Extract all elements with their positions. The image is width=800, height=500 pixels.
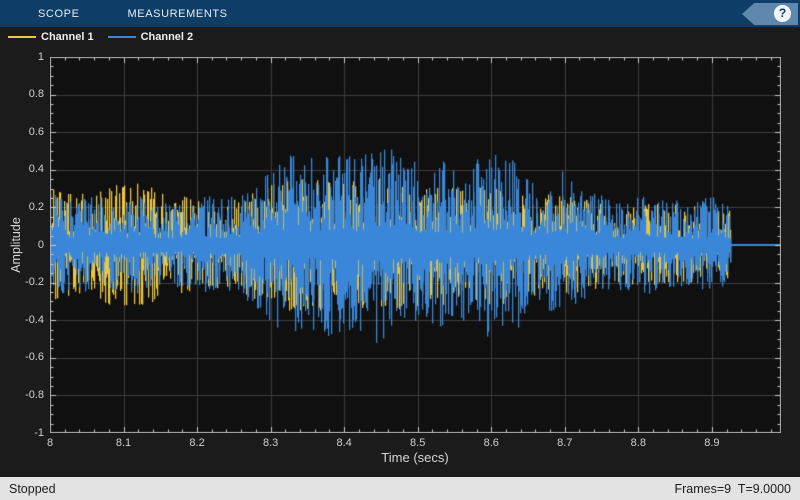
x-tick-label: 8.3 xyxy=(262,437,279,449)
y-tick-label: -0.6 xyxy=(25,351,44,364)
channel-2-line-swatch xyxy=(107,36,136,38)
y-tick-label: 0.8 xyxy=(28,88,44,101)
y-tick-label: -0.4 xyxy=(25,313,44,326)
legend-item-channel-1[interactable]: Channel 1 xyxy=(8,31,94,43)
status-bar: Stopped Frames=9 T=9.0000 xyxy=(0,477,800,500)
x-tick-label: 8.6 xyxy=(483,437,499,449)
plot-region: Amplitude Time (secs) 8 8.1 8.2 8.3 8.4 8.5 8.… xyxy=(0,47,800,477)
x-tick-label: 8 xyxy=(46,437,54,449)
y-tick-label: -0.8 xyxy=(25,388,44,401)
y-tick-label: 0.4 xyxy=(28,163,44,176)
y-tick-label: 0.6 xyxy=(28,125,44,138)
y-tick-label: 0.2 xyxy=(28,200,44,213)
channel-1-line-swatch xyxy=(8,36,36,38)
x-tick-label: 8.2 xyxy=(189,437,205,449)
toolstrip: SCOPE MEASUREMENTS ? xyxy=(0,0,800,27)
x-tick-label: 8.5 xyxy=(410,437,426,449)
x-tick-label: 8.4 xyxy=(336,437,352,449)
frame-counter: Frames=9 T=9.0000 xyxy=(674,481,791,496)
x-tick-label: 8.1 xyxy=(115,437,132,449)
legend-label-channel-1: Channel 1 xyxy=(41,31,94,43)
legend-label-channel-2: Channel 2 xyxy=(140,31,194,43)
y-tick-label: -1 xyxy=(34,426,44,439)
help-icon[interactable]: ? xyxy=(774,5,791,22)
tab-scope[interactable]: SCOPE xyxy=(38,8,80,20)
status-text: Stopped xyxy=(9,481,56,496)
waveform-plot[interactable] xyxy=(50,57,781,433)
help-button[interactable]: ? xyxy=(742,3,798,25)
y-tick-label: -0.2 xyxy=(25,276,44,289)
legend: Channel 1 Channel 2 xyxy=(0,27,800,47)
legend-item-channel-2[interactable]: Channel 2 xyxy=(107,31,194,43)
y-tick-label: 0 xyxy=(37,238,44,251)
tab-measurements[interactable]: MEASUREMENTS xyxy=(128,8,228,20)
x-axis-label: Time (secs) xyxy=(381,450,449,465)
x-tick-label: 8.8 xyxy=(630,437,646,449)
x-tick-label: 8.9 xyxy=(704,437,720,449)
x-tick-label: 8.7 xyxy=(557,437,573,449)
y-tick-label: 1 xyxy=(37,50,44,63)
time-scope-window: SCOPE MEASUREMENTS ? Channel 1 Channel 2… xyxy=(0,0,800,500)
